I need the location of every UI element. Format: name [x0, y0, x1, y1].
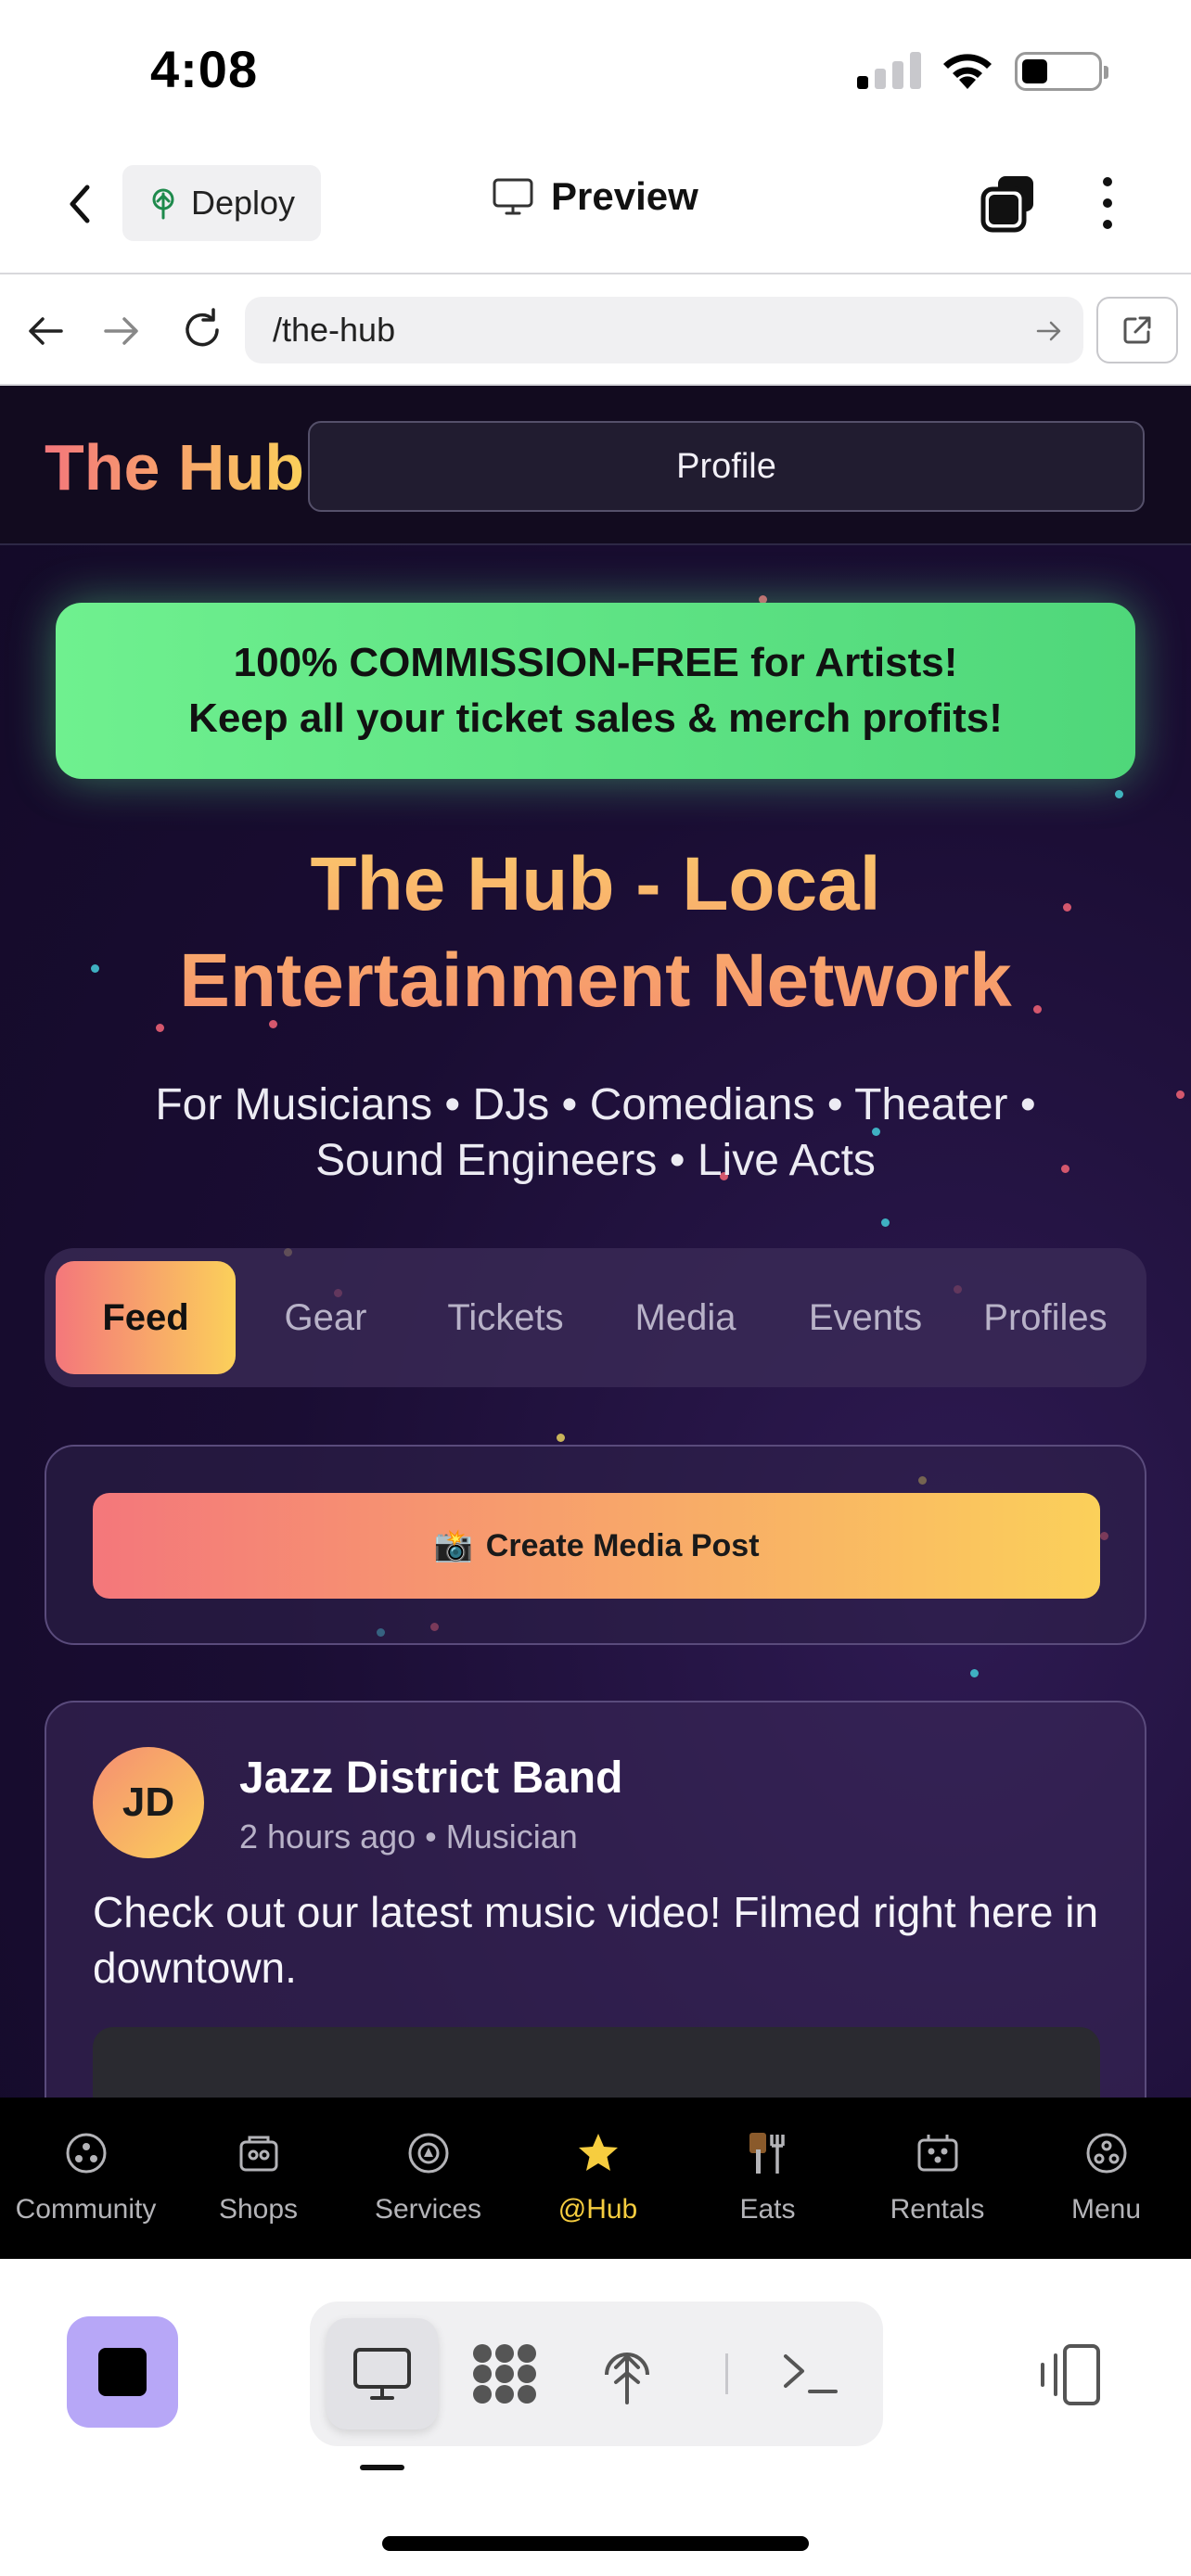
more-vertical-icon[interactable] [1091, 171, 1124, 236]
chevron-left-icon[interactable] [54, 176, 109, 232]
preview-label: Preview [551, 174, 698, 218]
deploy-icon [605, 2353, 649, 2404]
tab-rentals[interactable]: Rentals [852, 2098, 1022, 2259]
cellular-signal-icon [857, 52, 922, 89]
promo-banner: 100% COMMISSION-FREE for Artists! Keep a… [56, 603, 1135, 779]
console-mode-button[interactable] [755, 2318, 866, 2429]
preview-title: Preview [492, 174, 698, 219]
go-arrow-icon[interactable] [1035, 319, 1063, 343]
tab-eats-label: Eats [739, 2194, 796, 2225]
preview-mode-button[interactable] [327, 2318, 438, 2429]
tab-services[interactable]: Services [343, 2098, 513, 2259]
tab-community-label: Community [15, 2194, 157, 2225]
promo-line-1: 100% COMMISSION-FREE for Artists! [233, 640, 958, 685]
wifi-icon [943, 54, 992, 89]
site-logo[interactable]: The Hub [45, 430, 304, 504]
avatar[interactable]: JD [93, 1747, 204, 1858]
page-title: The Hub - Local Entertainment Network [0, 836, 1191, 1029]
monitor-icon [493, 178, 533, 215]
status-bar: 4:08 [0, 0, 1191, 139]
tab-tickets[interactable]: Tickets [416, 1261, 596, 1374]
webview: The Hub Profile 100% COMMISSION-FREE for… [0, 386, 1191, 2098]
tab-media[interactable]: Media [596, 1261, 775, 1374]
home-indicator [382, 2536, 809, 2551]
shop-icon [239, 2136, 277, 2172]
tab-feed[interactable]: Feed [56, 1261, 236, 1374]
apps-mode-button[interactable] [449, 2318, 560, 2429]
particle-dot [881, 1218, 890, 1227]
tab-community[interactable]: Community [1, 2098, 171, 2259]
particle-dot [557, 1434, 565, 1442]
deploy-label: Deploy [190, 184, 296, 222]
title-line-1: The Hub - Local [310, 842, 881, 926]
create-media-post-button[interactable]: 📸 Create Media Post [93, 1493, 1100, 1599]
tab-events[interactable]: Events [775, 1261, 955, 1374]
camera-emoji-icon: 📸 [433, 1528, 473, 1563]
monitor-icon [353, 2348, 411, 2400]
site-header: The Hub Profile [0, 386, 1191, 545]
tab-shops-label: Shops [218, 2194, 299, 2225]
top-nav: Deploy Preview [0, 139, 1191, 274]
profile-button[interactable]: Profile [308, 421, 1145, 512]
tab-shops[interactable]: Shops [173, 2098, 343, 2259]
tab-gear[interactable]: Gear [236, 1261, 416, 1374]
particle-dot [970, 1669, 979, 1677]
post-meta: 2 hours ago • Musician [239, 1817, 578, 1855]
view-mode-group [310, 2302, 883, 2446]
services-icon [408, 2133, 448, 2174]
rentals-icon [917, 2135, 957, 2172]
url-input[interactable]: /the-hub [245, 297, 1083, 363]
utensils-icon [749, 2133, 785, 2174]
title-line-2: Entertainment Network [179, 938, 1012, 1023]
stop-icon [98, 2348, 147, 2396]
post-media-video[interactable] [93, 2027, 1100, 2098]
create-post-label: Create Media Post [485, 1527, 760, 1563]
terminal-icon [784, 2354, 838, 2393]
apps-grid-icon [473, 2344, 536, 2404]
deploy-icon [152, 188, 174, 220]
tab-services-label: Services [374, 2194, 482, 2225]
open-external-button[interactable] [1096, 297, 1178, 363]
browser-bar: /the-hub [0, 274, 1191, 386]
tab-eats[interactable]: Eats [683, 2098, 852, 2259]
battery-icon [1015, 52, 1108, 91]
tab-hub[interactable]: @Hub [513, 2098, 683, 2259]
tab-rentals-label: Rentals [890, 2194, 985, 2225]
windows-icon[interactable] [976, 171, 1041, 236]
reload-icon[interactable] [178, 306, 226, 354]
url-text: /the-hub [273, 311, 396, 349]
stop-button[interactable] [67, 2316, 178, 2428]
star-icon [578, 2134, 618, 2171]
create-post-card: 📸 Create Media Post [45, 1445, 1146, 1645]
community-icon [66, 2133, 106, 2174]
arrow-left-icon[interactable] [24, 310, 67, 352]
app-tabbar: Community Shops Services @Hub Eats Renta… [0, 2098, 1191, 2259]
promo-line-2: Keep all your ticket sales & merch profi… [188, 695, 1003, 741]
mode-divider [725, 2353, 728, 2394]
hub-tabs: Feed Gear Tickets Media Events Profiles [45, 1248, 1146, 1387]
post-text: Check out our latest music video! Filmed… [93, 1888, 1099, 1992]
tab-profiles[interactable]: Profiles [955, 1261, 1135, 1374]
open-external-icon [1123, 316, 1151, 344]
active-mode-indicator [360, 2465, 404, 2470]
dev-toolbar [0, 2259, 1191, 2576]
page-subtitle: For Musicians • DJs • Comedians • Theate… [0, 1078, 1191, 1189]
subtitle-line-2: Sound Engineers • Live Acts [315, 1136, 876, 1185]
deploy-button[interactable]: Deploy [122, 165, 321, 241]
devices-icon[interactable] [1030, 2337, 1108, 2415]
status-time: 4:08 [150, 40, 259, 98]
particle-dot [1115, 790, 1123, 798]
subtitle-line-1: For Musicians • DJs • Comedians • Theate… [155, 1080, 1036, 1129]
tab-hub-label: @Hub [557, 2194, 638, 2225]
tab-menu-label: Menu [1070, 2194, 1142, 2225]
post-author[interactable]: Jazz District Band [239, 1753, 622, 1804]
arrow-right-icon[interactable] [100, 310, 143, 352]
menu-icon [1086, 2133, 1126, 2174]
deploy-mode-button[interactable] [571, 2318, 683, 2429]
tab-menu[interactable]: Menu [1021, 2098, 1191, 2259]
feed-post: JD Jazz District Band 2 hours ago • Musi… [45, 1701, 1146, 2098]
